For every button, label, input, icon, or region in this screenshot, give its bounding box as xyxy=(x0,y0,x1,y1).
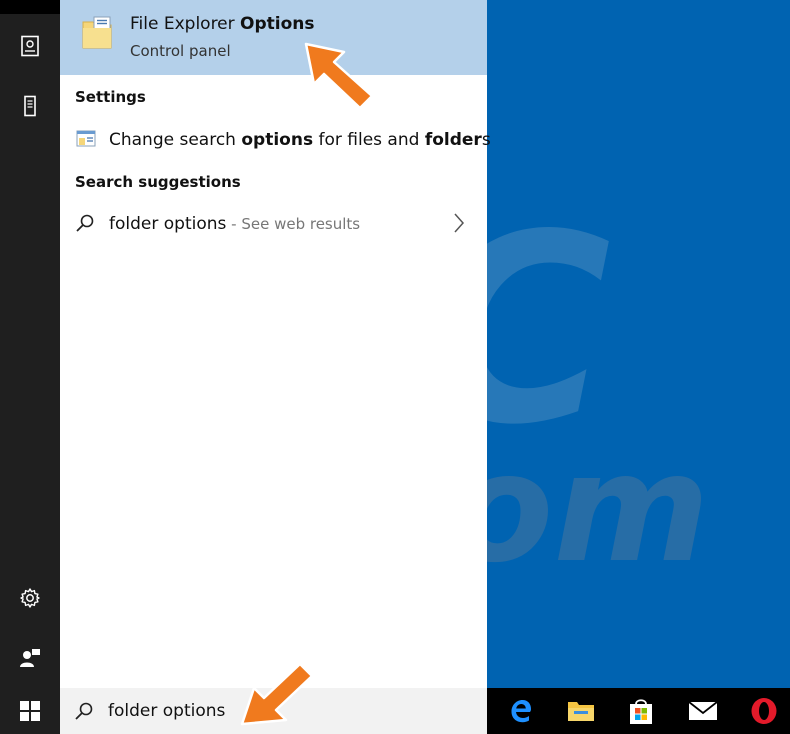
search-results-panel: File Explorer Options Control panel Sett… xyxy=(60,0,491,688)
file-explorer-icon xyxy=(568,702,594,721)
devices-button[interactable] xyxy=(0,82,60,130)
top-result-title: File Explorer Options xyxy=(130,14,315,34)
documents-button[interactable] xyxy=(0,22,60,70)
notebook-icon xyxy=(21,35,39,57)
desktop-background xyxy=(487,0,790,734)
top-result-file-explorer-options[interactable]: File Explorer Options Control panel xyxy=(60,0,487,75)
top-result-subtitle: Control panel xyxy=(130,42,231,60)
taskbar xyxy=(487,688,790,734)
search-suggestions-heading: Search suggestions xyxy=(75,173,241,191)
opera-browser-icon xyxy=(751,698,777,724)
suggestion-item-label: folder options - See web results xyxy=(109,214,361,234)
search-icon xyxy=(76,214,94,232)
search-icon xyxy=(75,702,93,720)
taskbar-mail-button[interactable] xyxy=(673,688,733,734)
settings-item-label: Change search options for files and fold… xyxy=(109,130,491,150)
taskbar-edge-button[interactable] xyxy=(490,688,550,734)
annotation-arrow-bottom xyxy=(240,662,314,726)
start-side-rail xyxy=(0,0,60,734)
chevron-right-icon[interactable] xyxy=(453,212,465,234)
start-button[interactable] xyxy=(0,688,60,734)
folder-options-icon xyxy=(82,16,112,49)
taskbar-file-explorer-button[interactable] xyxy=(551,688,611,734)
edge-browser-icon xyxy=(511,700,531,723)
windows-logo-icon xyxy=(20,701,40,721)
settings-window-icon xyxy=(76,130,96,147)
person-feedback-icon xyxy=(20,649,40,667)
settings-heading: Settings xyxy=(75,88,146,106)
gear-icon xyxy=(20,588,40,608)
annotation-arrow-top xyxy=(304,42,374,110)
tower-icon xyxy=(24,95,36,117)
user-feedback-button[interactable] xyxy=(0,634,60,682)
settings-button[interactable] xyxy=(0,574,60,622)
store-bag-icon xyxy=(630,699,652,724)
taskbar-opera-button[interactable] xyxy=(734,688,790,734)
suggestion-item-folder-options[interactable]: folder options - See web results xyxy=(60,204,487,244)
taskbar-store-button[interactable] xyxy=(611,688,671,734)
mail-envelope-icon xyxy=(688,701,718,720)
settings-item-change-search-options[interactable]: Change search options for files and fold… xyxy=(60,120,491,160)
